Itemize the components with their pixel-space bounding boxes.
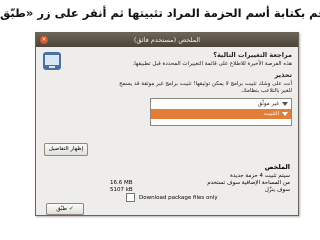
- download-only-label: Download package files only: [139, 194, 218, 201]
- show-details-button[interactable]: إظهار التفاصيل: [44, 143, 88, 156]
- summary-dialog: × الملخص (مستخدم فائق) مراجعة التغييرات …: [35, 32, 299, 216]
- list-item-label: غير موثّق: [257, 100, 279, 107]
- check-icon: ✔: [69, 206, 74, 212]
- review-title: مراجعة التغييرات التالية؟: [213, 51, 292, 59]
- download-only-checkbox[interactable]: [126, 193, 135, 202]
- apply-button-label: طبّق: [56, 206, 67, 212]
- dialog-titlebar: × الملخص (مستخدم فائق): [36, 33, 298, 47]
- dialog-title: الملخص (مستخدم فائق): [133, 36, 201, 44]
- list-item-unverified[interactable]: غير موثّق: [151, 99, 291, 109]
- warning-text-line1: أنت على وشك تثبيت برامج لا يمكن توثيقها!…: [119, 80, 292, 87]
- list-item-install[interactable]: التثبيت: [151, 108, 291, 119]
- expand-arrow-icon[interactable]: [282, 101, 288, 106]
- warning-icon: [43, 52, 61, 70]
- intro-text: هذه الفرصة الأخيرة للاطلاع على قائمة الت…: [132, 61, 292, 67]
- dialog-body: مراجعة التغييرات التالية؟ هذه الفرصة الأ…: [36, 47, 298, 126]
- warning-title: تحذير: [274, 70, 292, 79]
- summary-row: سيتم تثبيت 4 حزمة جديدة: [230, 173, 290, 179]
- warning-text-line2: للغير بالتلاعب بنظامك.: [240, 88, 292, 94]
- summary-row: من المساحة الإضافية سوف تستخدم 16.6 MB: [110, 180, 290, 186]
- changes-list[interactable]: غير موثّق التثبيت: [150, 97, 292, 126]
- page-heading: قم بكتابة أسم الحزمة المراد تثبيتها ثم أ…: [0, 6, 320, 20]
- list-item-label: التثبيت: [263, 110, 279, 117]
- summary-title: الملخص: [264, 163, 290, 171]
- expand-arrow-icon[interactable]: [282, 111, 288, 116]
- summary-section: الملخص سيتم تثبيت 4 حزمة جديدة من المساح…: [110, 163, 290, 194]
- apply-button[interactable]: ✔طبّق: [46, 203, 84, 215]
- download-only-option[interactable]: Download package files only: [126, 193, 218, 202]
